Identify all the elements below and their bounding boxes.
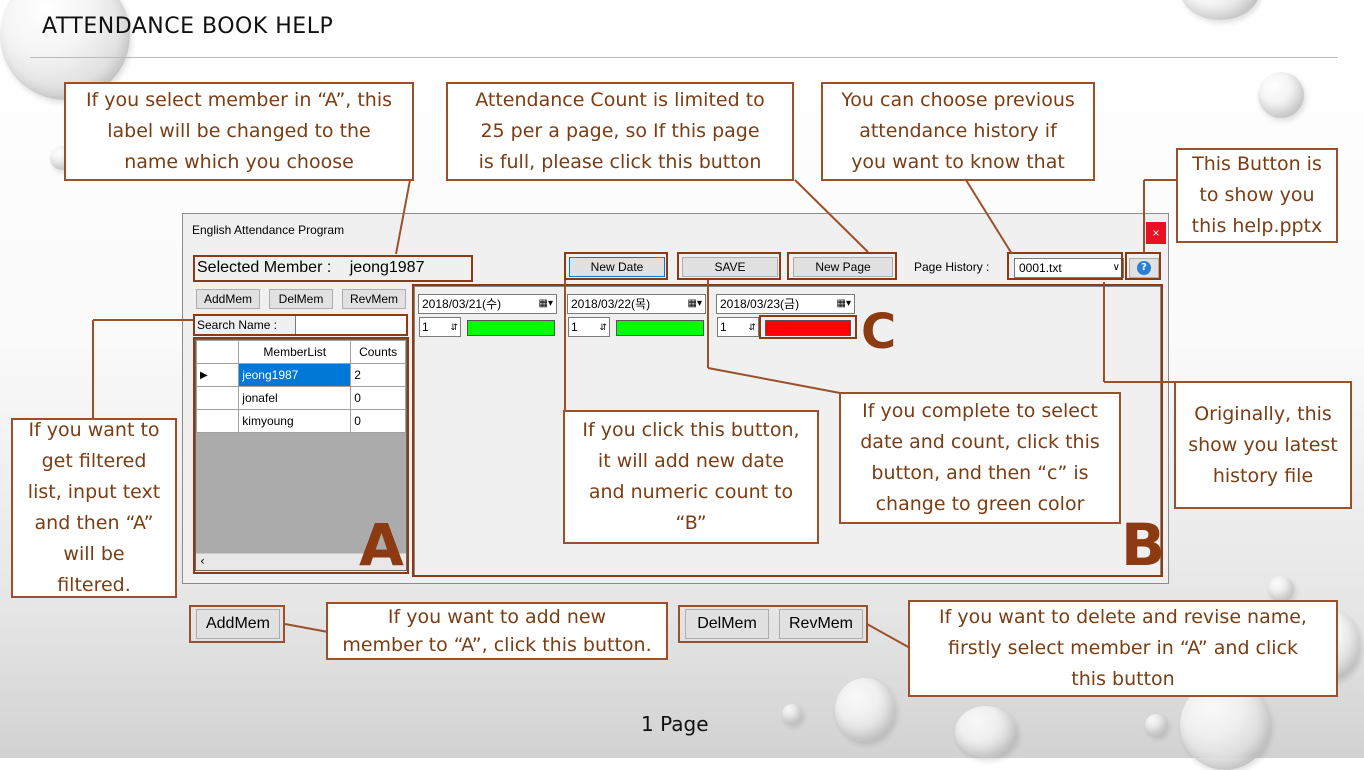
callout-line: button, and then “c” is <box>871 462 1089 484</box>
callout-line: you want to know that <box>851 151 1065 173</box>
callout-new-page: Attendance Count is limited to 25 per a … <box>446 82 794 181</box>
callout-line: date and count, click this <box>860 431 1100 453</box>
callout-line: history file <box>1212 464 1314 487</box>
callout-line: to show you <box>1199 184 1315 206</box>
callout-line: it will add new date <box>597 450 785 472</box>
callout-line: and then “A” <box>34 512 154 534</box>
callout-line: label will be changed to the <box>107 120 371 142</box>
callout-line: change to green color <box>875 493 1085 515</box>
callout-add: If you want to add new member to “A”, cl… <box>326 602 668 660</box>
callout-line: will be <box>63 543 125 565</box>
callout-search: If you want to get filtered list, input … <box>11 418 177 598</box>
callout-line: is full, please click this button <box>478 151 762 173</box>
callout-line: “B” <box>675 512 707 534</box>
callout-help-button: This Button is to show you this help.ppt… <box>1176 148 1338 243</box>
callout-line: Attendance Count is limited to <box>475 89 765 111</box>
callout-line: this help.pptx <box>1191 215 1323 237</box>
callout-line: If you select member in “A”, this <box>85 89 393 111</box>
callout-line: If you want to <box>28 419 160 441</box>
page-number: 1 Page <box>641 712 709 736</box>
callout-line: 25 per a page, so If this page <box>480 120 760 142</box>
add-member-demo-button[interactable]: AddMem <box>196 609 280 639</box>
callout-line: filtered. <box>57 574 131 596</box>
callout-history: You can choose previous attendance histo… <box>821 82 1095 181</box>
callout-line: This Button is <box>1192 153 1322 175</box>
callout-new-date: If you click this button, it will add ne… <box>563 410 819 544</box>
callout-delete: If you want to delete and revise name, f… <box>908 600 1338 697</box>
callout-line: this button <box>1071 668 1175 690</box>
callout-latest-history: Originally, this show you latest history… <box>1174 381 1352 509</box>
callout-line: firstly select member in “A” and click <box>947 637 1298 659</box>
callout-line: attendance history if <box>859 120 1057 142</box>
callout-line: If you want to delete and revise name, <box>939 606 1307 628</box>
delete-member-demo-button[interactable]: DelMem <box>685 609 769 639</box>
callout-line: If you want to add new <box>387 606 607 628</box>
callout-line: member to “A”, click this button. <box>342 634 652 656</box>
callout-line: get filtered <box>41 450 147 472</box>
callout-line: and numeric count to <box>588 481 794 503</box>
callout-line: If you click this button, <box>582 419 800 441</box>
callout-line: You can choose previous <box>841 89 1075 111</box>
callout-line: list, input text <box>27 481 161 503</box>
callout-line: show you latest <box>1188 433 1338 456</box>
callout-line: If you complete to select <box>862 400 1098 422</box>
callout-save: If you complete to select date and count… <box>839 392 1121 524</box>
callout-line: Originally, this <box>1194 402 1332 425</box>
callout-line: name which you choose <box>124 151 354 173</box>
revise-member-demo-button[interactable]: RevMem <box>779 609 863 639</box>
callout-selected-member: If you select member in “A”, this label … <box>64 82 414 181</box>
